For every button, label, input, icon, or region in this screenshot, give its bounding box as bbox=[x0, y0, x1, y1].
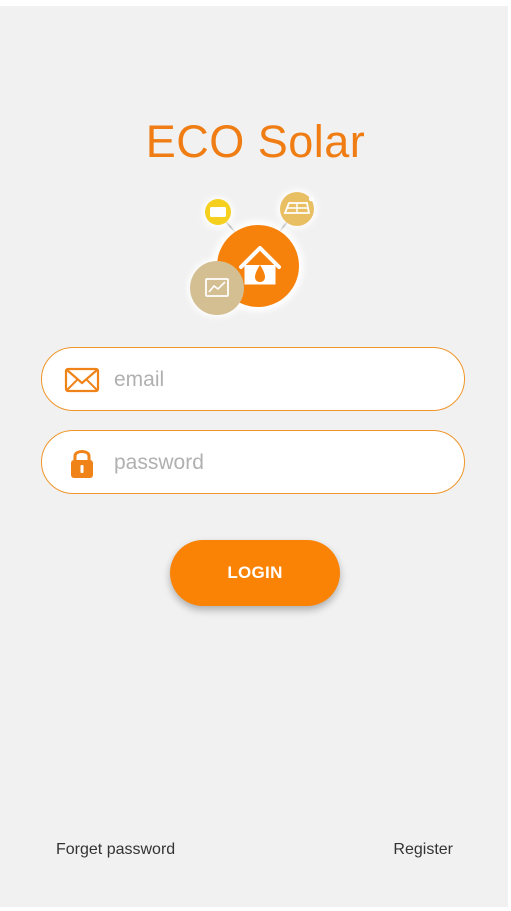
login-button[interactable]: LOGIN bbox=[170, 540, 340, 606]
battery-icon bbox=[210, 207, 226, 217]
bottom-edge bbox=[0, 907, 511, 911]
envelope-icon bbox=[64, 367, 100, 393]
top-edge bbox=[0, 0, 511, 6]
app-title: ECO Solar bbox=[145, 116, 366, 167]
password-input[interactable] bbox=[112, 443, 446, 483]
email-input[interactable] bbox=[112, 360, 446, 400]
password-field[interactable] bbox=[41, 430, 465, 494]
lock-icon bbox=[71, 450, 93, 478]
register-link[interactable]: Register bbox=[393, 841, 453, 859]
eco-solar-logo bbox=[187, 189, 317, 318]
email-field[interactable] bbox=[41, 347, 465, 411]
forget-password-link[interactable]: Forget password bbox=[56, 841, 175, 859]
